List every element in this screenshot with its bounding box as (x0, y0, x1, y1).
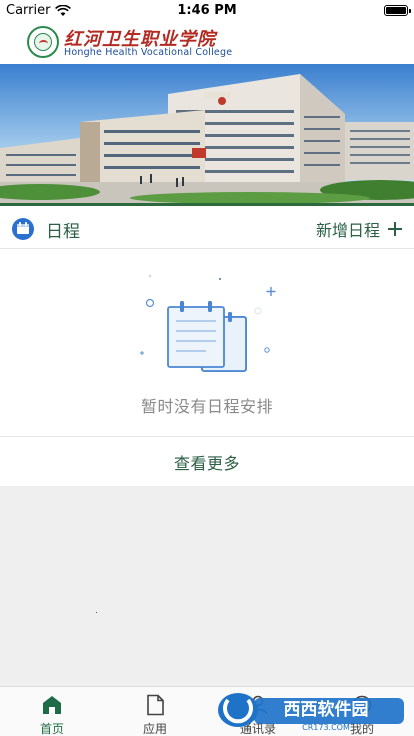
schedule-title: 日程 (46, 222, 80, 242)
schedule-card: 日程 新增日程 暂时没有日程安排 查看更多 (0, 206, 414, 486)
schedule-header: 日程 新增日程 (0, 206, 414, 249)
college-emblem-icon (27, 26, 59, 58)
watermark-text: 西西软件园 (284, 699, 369, 720)
home-icon (43, 696, 61, 714)
app-screen: Carrier 1:46 PM 红河卫生职业学院 Honghe Health V… (0, 0, 414, 736)
tab-home[interactable]: 首页 (0, 687, 104, 736)
calendar-icon (12, 218, 34, 240)
battery-icon (384, 5, 411, 16)
campus-banner-image[interactable] (0, 64, 414, 206)
tab-apps-label: 应用 (142, 722, 167, 736)
tab-home-label: 首页 (39, 722, 64, 736)
empty-schedule-icon (130, 271, 280, 381)
document-icon (147, 694, 164, 716)
app-header: 红河卫生职业学院 Honghe Health Vocational Colleg… (0, 20, 414, 64)
college-name-en: Honghe Health Vocational College (64, 47, 233, 58)
status-time: 1:46 PM (177, 3, 237, 18)
stray-dot (96, 612, 97, 613)
empty-schedule-text: 暂时没有日程安排 (140, 397, 273, 416)
watermark-overlay: 西西软件园 CR173.COM (214, 686, 414, 732)
add-schedule-button[interactable]: 新增日程 (316, 217, 402, 241)
plus-icon (388, 222, 402, 236)
tab-apps[interactable]: 应用 (103, 687, 207, 736)
watermark-subtext: CR173.COM (302, 723, 350, 732)
add-schedule-label: 新增日程 (315, 221, 380, 240)
status-bar: Carrier 1:46 PM (0, 0, 414, 20)
view-more-button[interactable]: 查看更多 (0, 436, 414, 486)
